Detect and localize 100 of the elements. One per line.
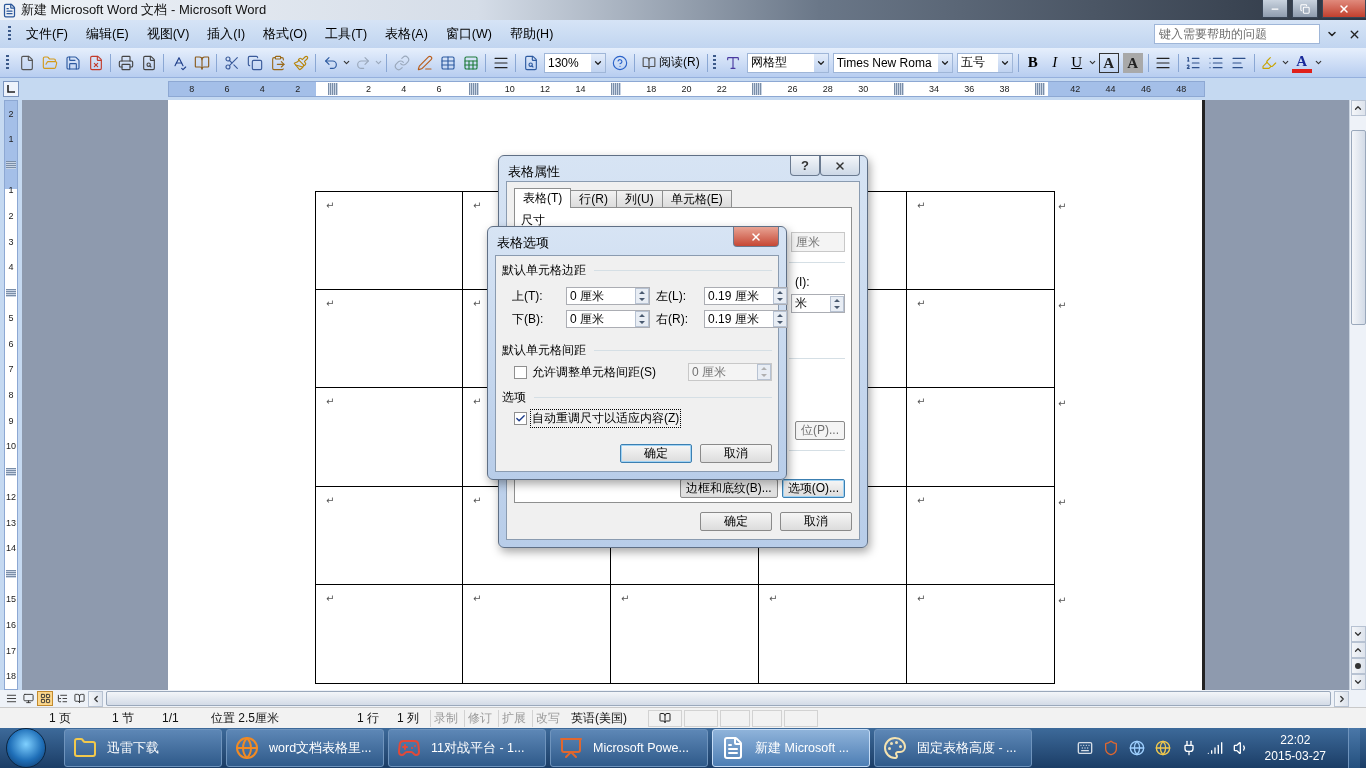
close-icon[interactable] bbox=[1338, 2, 1350, 15]
close-button[interactable] bbox=[1322, 0, 1366, 18]
menu-item[interactable]: 表格(A) bbox=[376, 25, 437, 43]
input-field[interactable]: 0 厘米 bbox=[566, 287, 650, 305]
zoom-combo[interactable]: 130% bbox=[544, 52, 606, 73]
browse-object-icon[interactable] bbox=[1354, 662, 1362, 670]
input-field[interactable]: 米 bbox=[791, 294, 845, 313]
globe-icon[interactable] bbox=[1128, 740, 1145, 756]
vertical-ruler[interactable]: 2 1 1 2 3 4 5 6 7 8 9 10 12 13 14 15 16 17 18 bbox=[4, 100, 18, 690]
font-color-button[interactable]: A bbox=[1291, 52, 1312, 73]
insert-table-icon[interactable] bbox=[439, 54, 456, 71]
dialog-tab[interactable]: 单元格(E) bbox=[661, 190, 732, 208]
caret-icon[interactable] bbox=[1087, 58, 1097, 67]
menu-item[interactable]: 插入(I) bbox=[198, 25, 255, 43]
start-button[interactable] bbox=[6, 728, 46, 768]
menu-item[interactable]: 帮助(H) bbox=[500, 25, 563, 43]
help-button[interactable]: ? bbox=[790, 156, 820, 176]
font-combo[interactable]: Times New Roma bbox=[832, 52, 953, 73]
spinner-icon[interactable] bbox=[830, 295, 844, 312]
spinner-icon[interactable] bbox=[773, 311, 787, 327]
column-marker[interactable] bbox=[1034, 83, 1045, 95]
caret-icon[interactable] bbox=[1280, 58, 1290, 67]
margin-marker[interactable] bbox=[6, 288, 16, 297]
margin-marker[interactable] bbox=[6, 467, 16, 476]
menu-item[interactable]: 文件(F) bbox=[17, 25, 77, 43]
clock-time[interactable]: 22:02 bbox=[1280, 732, 1311, 748]
unit-dropdown[interactable]: 厘米 bbox=[791, 232, 845, 252]
toolbar-grip[interactable] bbox=[6, 54, 9, 71]
style-combo[interactable]: 网格型 bbox=[746, 52, 829, 73]
margin-marker[interactable] bbox=[6, 160, 16, 169]
caret-icon[interactable] bbox=[342, 58, 351, 67]
taskbar-item[interactable]: Microsoft Powe... bbox=[550, 729, 708, 767]
dialog-button[interactable]: 选项(O)... bbox=[781, 479, 845, 498]
format-button[interactable]: U bbox=[1065, 51, 1088, 74]
minimize-button[interactable] bbox=[1262, 0, 1288, 18]
shield-icon[interactable] bbox=[1102, 740, 1119, 756]
taskbar-item[interactable]: 固定表格高度 - ... bbox=[874, 729, 1032, 767]
column-marker[interactable] bbox=[610, 83, 621, 95]
scroll-thumb[interactable] bbox=[1350, 130, 1366, 325]
font-size-combo[interactable]: 五号 bbox=[956, 52, 1013, 73]
dialog-button[interactable]: 取消 bbox=[700, 444, 772, 463]
checkbox[interactable] bbox=[514, 412, 527, 425]
scroll-up-icon[interactable] bbox=[1353, 103, 1363, 113]
format-painter-icon[interactable] bbox=[292, 54, 309, 71]
scroll-thumb[interactable] bbox=[106, 691, 1331, 706]
menu-item[interactable]: 工具(T) bbox=[316, 25, 377, 43]
close-button[interactable] bbox=[733, 227, 779, 247]
spinner-icon[interactable] bbox=[773, 288, 787, 304]
menu-item[interactable]: 视图(V) bbox=[137, 25, 199, 43]
document-map-icon[interactable] bbox=[522, 54, 539, 71]
taskbar-item[interactable]: 迅雷下载 bbox=[64, 729, 222, 767]
input-field[interactable]: 0.19 厘米 bbox=[704, 287, 788, 305]
scroll-down-icon[interactable] bbox=[1353, 629, 1363, 639]
help-search-field[interactable]: 键入需要帮助的问题 bbox=[1154, 24, 1320, 44]
new-document-icon[interactable] bbox=[18, 54, 35, 71]
checkbox[interactable] bbox=[514, 365, 527, 379]
globe-icon[interactable] bbox=[1154, 740, 1171, 756]
close-icon[interactable] bbox=[834, 159, 846, 172]
input-field[interactable]: 0 厘米 bbox=[566, 310, 650, 328]
menu-item[interactable]: 编辑(E) bbox=[76, 25, 138, 43]
permission-icon[interactable] bbox=[87, 54, 104, 71]
format-button[interactable]: B bbox=[1021, 51, 1044, 74]
next-page-icon[interactable] bbox=[1353, 677, 1363, 687]
research-icon[interactable] bbox=[193, 54, 210, 71]
paste-icon[interactable] bbox=[269, 54, 286, 71]
menu-item[interactable]: 格式(O) bbox=[254, 25, 317, 43]
show-desktop-button[interactable] bbox=[1348, 728, 1360, 768]
signal-icon[interactable] bbox=[1206, 740, 1223, 756]
dialog-tab[interactable]: 表格(T) bbox=[514, 188, 572, 208]
toolbar-grip[interactable] bbox=[712, 54, 716, 71]
format-button[interactable]: I bbox=[1043, 51, 1066, 74]
column-marker[interactable] bbox=[752, 83, 763, 95]
save-icon[interactable] bbox=[64, 54, 81, 71]
styles-icon[interactable] bbox=[725, 54, 742, 71]
clock-date[interactable]: 2015-03-27 bbox=[1264, 748, 1326, 764]
print-preview-icon[interactable] bbox=[140, 54, 157, 71]
column-marker[interactable] bbox=[469, 83, 480, 95]
previous-page-icon[interactable] bbox=[1353, 645, 1363, 655]
input-field[interactable]: 0.19 厘米 bbox=[704, 310, 788, 328]
character-shading-button[interactable]: A bbox=[1122, 52, 1143, 73]
pencil-table-icon[interactable] bbox=[416, 54, 433, 71]
position-button[interactable]: 位(P)... bbox=[795, 421, 845, 440]
menu-item[interactable]: 窗口(W) bbox=[436, 25, 501, 43]
column-marker[interactable] bbox=[328, 83, 339, 95]
taskbar-item[interactable]: word文档表格里... bbox=[226, 729, 384, 767]
numbered-list-icon[interactable] bbox=[1185, 54, 1202, 71]
spinner-icon[interactable] bbox=[635, 311, 649, 327]
spelling-status-icon[interactable] bbox=[659, 712, 671, 724]
undo-icon[interactable] bbox=[322, 54, 339, 71]
character-border-button[interactable]: A bbox=[1098, 52, 1119, 73]
dialog-button[interactable]: 确定 bbox=[620, 444, 692, 463]
taskbar-item[interactable]: 11对战平台 - 1... bbox=[388, 729, 546, 767]
dialog-tab[interactable]: 行(R) bbox=[570, 190, 617, 208]
spreadsheet-icon[interactable] bbox=[462, 54, 479, 71]
help-icon[interactable] bbox=[611, 54, 628, 71]
dialog-tab[interactable]: 列(U) bbox=[616, 190, 663, 208]
caret-icon[interactable] bbox=[1313, 58, 1323, 67]
copy-icon[interactable] bbox=[246, 54, 263, 71]
restore-button[interactable] bbox=[1292, 0, 1318, 18]
cut-icon[interactable] bbox=[223, 54, 240, 71]
